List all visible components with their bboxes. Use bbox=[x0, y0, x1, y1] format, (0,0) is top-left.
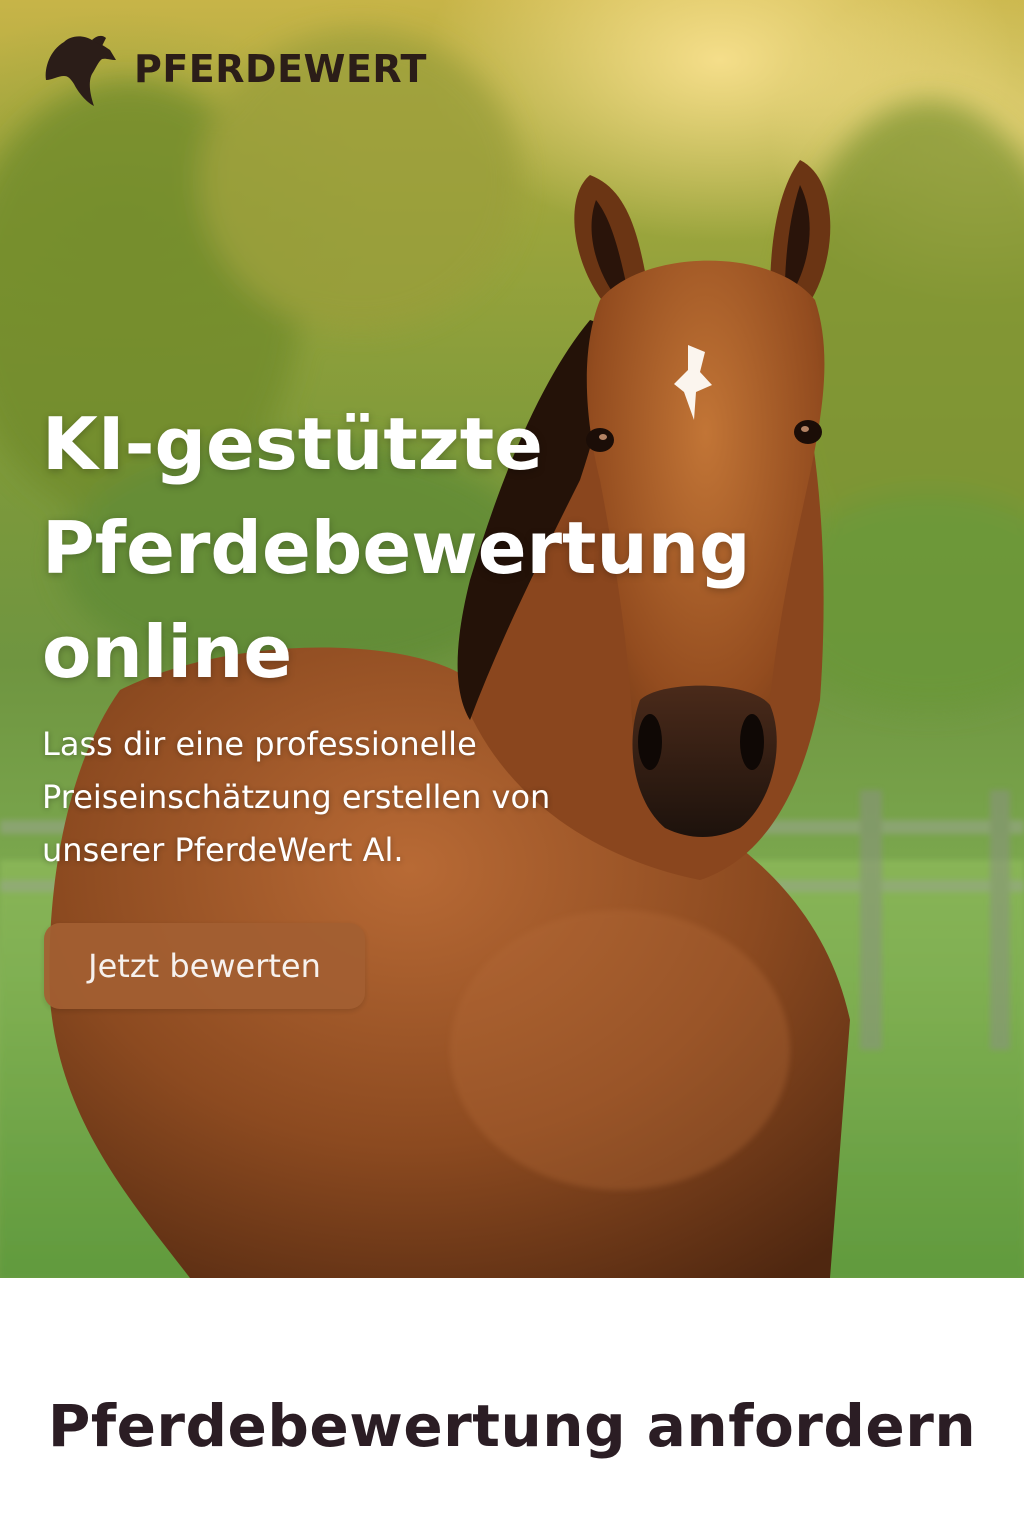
brand-name: PFERDEWERT bbox=[134, 47, 427, 91]
brand-logo[interactable]: PFERDEWERT bbox=[40, 32, 427, 112]
section-heading: Pferdebewertung anfordern bbox=[47, 1392, 977, 1460]
hero-subtitle: Lass dir eine professionelle Preiseinsch… bbox=[42, 718, 622, 877]
hero-title-line: online bbox=[42, 610, 293, 694]
hero-subtitle-line: Preiseinschätzung erstellen von bbox=[42, 778, 551, 816]
hero-section: PFERDEWERT KI-gestützte Pferdebewertung … bbox=[0, 0, 1024, 1278]
hero-title: KI-gestützte Pferdebewertung online bbox=[42, 392, 802, 704]
hero-subtitle-line: unserer PferdeWert Al. bbox=[42, 831, 404, 869]
hero-title-line: Pferdebewertung bbox=[42, 506, 751, 590]
hero-title-line: KI-gestützte bbox=[42, 402, 543, 486]
horse-head-icon bbox=[45, 35, 116, 106]
hero-subtitle-line: Lass dir eine professionelle bbox=[42, 725, 477, 763]
evaluate-now-button[interactable]: Jetzt bewerten bbox=[44, 923, 365, 1009]
page: PFERDEWERT KI-gestützte Pferdebewertung … bbox=[0, 0, 1024, 1536]
